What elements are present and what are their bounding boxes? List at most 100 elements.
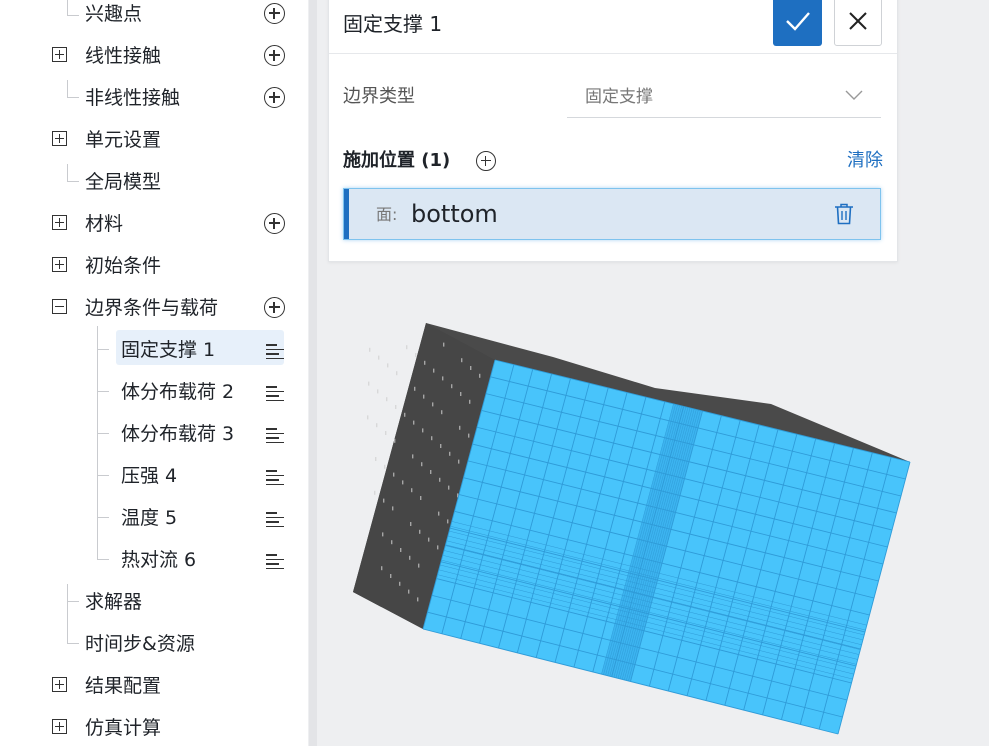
confirm-button[interactable] xyxy=(773,0,822,46)
tree-item[interactable]: 仿真计算 xyxy=(0,709,300,746)
tree-child-label: 体分布载荷 3 xyxy=(121,423,235,445)
mesh-speckle xyxy=(387,363,389,368)
tree-item-label: 线性接触 xyxy=(85,45,162,67)
mesh-speckle xyxy=(386,397,388,402)
mesh-speckle xyxy=(422,428,424,433)
tree-child-item[interactable]: 固定支撑 1 xyxy=(0,331,300,369)
mesh-speckle xyxy=(382,532,384,537)
tree-item[interactable]: 兴趣点 xyxy=(0,0,300,33)
trash-icon[interactable] xyxy=(834,203,854,225)
tree-item[interactable]: 初始条件 xyxy=(0,247,300,285)
menu-icon[interactable] xyxy=(266,511,284,528)
add-icon[interactable] xyxy=(264,45,285,66)
mesh-speckle xyxy=(391,540,393,545)
collapse-icon[interactable] xyxy=(52,299,67,314)
tree-item[interactable]: 时间步&资源 xyxy=(0,625,300,663)
chevron-down-icon xyxy=(845,90,863,100)
mesh-speckle xyxy=(394,438,396,443)
mesh-speckle xyxy=(369,347,371,352)
mesh-speckle xyxy=(396,371,398,376)
tree-scrollbar[interactable] xyxy=(309,0,317,746)
tree-item-label: 全局模型 xyxy=(85,171,162,193)
boundary-type-label: 边界类型 xyxy=(343,86,415,107)
mesh-speckle xyxy=(408,589,410,594)
expand-icon[interactable] xyxy=(52,215,67,230)
mesh-speckle xyxy=(410,522,412,526)
tree-item[interactable]: 求解器 xyxy=(0,583,300,621)
mesh-speckle xyxy=(423,394,425,399)
tree-item-label: 边界条件与载荷 xyxy=(85,297,219,319)
expand-icon[interactable] xyxy=(52,131,67,146)
mesh-speckle xyxy=(367,415,369,420)
boundary-type-value: 固定支撑 xyxy=(585,87,653,107)
tree-child-item[interactable]: 体分布载荷 3 xyxy=(0,415,300,453)
mesh-speckle xyxy=(442,376,444,381)
model-viewport[interactable] xyxy=(318,270,989,746)
add-icon[interactable] xyxy=(264,297,285,318)
clear-link[interactable]: 清除 xyxy=(847,147,883,175)
mesh-speckle xyxy=(412,454,414,459)
add-icon[interactable] xyxy=(264,3,285,24)
mesh-speckle xyxy=(399,581,401,586)
add-icon[interactable] xyxy=(264,213,285,234)
tree-item-label: 结果配置 xyxy=(85,675,162,697)
mesh-speckle xyxy=(447,519,449,524)
add-location-icon[interactable] xyxy=(476,151,496,171)
mesh-speckle xyxy=(432,402,434,407)
tree-item[interactable]: 非线性接触 xyxy=(0,79,300,117)
panel-title: 固定支撑 1 xyxy=(343,12,443,36)
tree-item[interactable]: 全局模型 xyxy=(0,163,300,201)
tree-child-item[interactable]: 压强 4 xyxy=(0,457,300,495)
model-tree: 兴趣点线性接触非线性接触单元设置全局模型材料初始条件边界条件与载荷 求解器时间步&… xyxy=(0,0,308,746)
menu-icon[interactable] xyxy=(266,385,284,402)
close-icon xyxy=(849,12,867,30)
tree-item[interactable]: 边界条件与载荷 xyxy=(0,289,300,327)
tree-child-label: 热对流 6 xyxy=(121,549,197,571)
panel-divider xyxy=(329,53,897,54)
tree-item[interactable]: 材料 xyxy=(0,205,300,243)
tree-child-label: 压强 4 xyxy=(121,465,178,487)
mesh-speckle xyxy=(406,345,408,350)
tree-child-item[interactable]: 温度 5 xyxy=(0,499,300,537)
add-icon[interactable] xyxy=(264,87,285,108)
menu-icon[interactable] xyxy=(266,553,284,570)
tree-item[interactable]: 结果配置 xyxy=(0,667,300,705)
expand-icon[interactable] xyxy=(52,257,67,272)
mesh-speckle xyxy=(433,368,435,373)
menu-icon[interactable] xyxy=(266,343,284,360)
mesh-speckle xyxy=(460,392,462,396)
expand-icon[interactable] xyxy=(52,47,67,62)
mesh-speckle xyxy=(368,381,370,386)
mesh-speckle xyxy=(451,384,453,389)
tree-child-item[interactable]: 体分布载荷 2 xyxy=(0,373,300,411)
mesh-speckle xyxy=(415,353,417,357)
mesh-speckle xyxy=(440,444,442,448)
location-item[interactable]: 面: bottom xyxy=(343,188,881,240)
mesh-speckle xyxy=(437,545,439,550)
location-item-value: bottom xyxy=(411,200,498,228)
tree-child-item[interactable]: 热对流 6 xyxy=(0,541,300,579)
mesh-speckle xyxy=(443,342,445,347)
tree-item[interactable]: 单元设置 xyxy=(0,121,300,159)
tree-item-label: 仿真计算 xyxy=(85,717,162,739)
tree-item-label: 时间步&资源 xyxy=(85,633,195,655)
mesh-speckle xyxy=(378,355,380,360)
mesh-speckle xyxy=(470,366,472,370)
mesh-speckle xyxy=(449,451,451,456)
mesh-speckle xyxy=(400,548,402,552)
close-button[interactable] xyxy=(834,0,882,46)
menu-icon[interactable] xyxy=(266,469,284,486)
mesh-speckle xyxy=(428,537,430,542)
expand-icon[interactable] xyxy=(52,677,67,692)
mesh-speckle xyxy=(431,436,433,441)
expand-icon[interactable] xyxy=(52,719,67,734)
tree-item-label: 求解器 xyxy=(85,591,143,613)
tree-item[interactable]: 线性接触 xyxy=(0,37,300,75)
tree-item-label: 单元设置 xyxy=(85,129,162,151)
mesh-speckle xyxy=(448,485,450,490)
mesh-speckle xyxy=(395,405,397,409)
mesh-speckle xyxy=(420,496,422,500)
boundary-type-select[interactable]: 固定支撑 xyxy=(567,77,881,118)
mesh-speckle xyxy=(411,488,413,493)
menu-icon[interactable] xyxy=(266,427,284,444)
